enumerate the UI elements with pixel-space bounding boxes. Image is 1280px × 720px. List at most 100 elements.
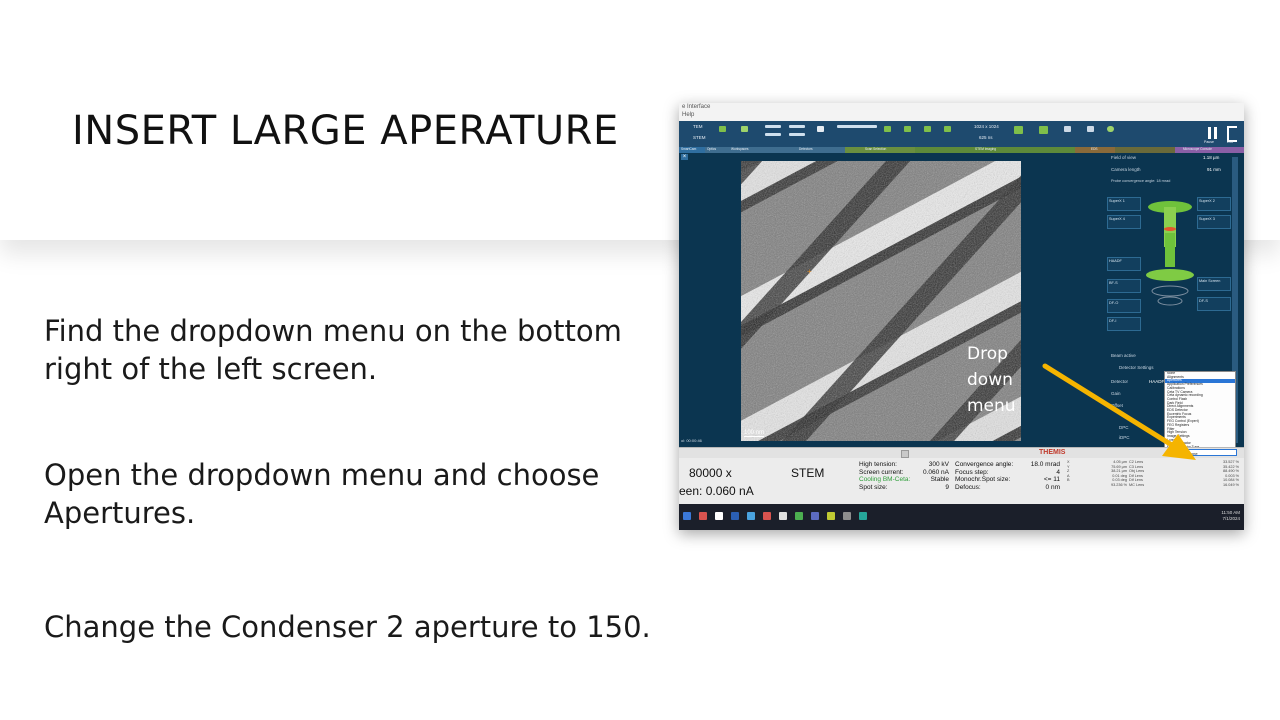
status-value-2: 18.0 mrad xyxy=(1030,461,1060,468)
pause-label: Pause xyxy=(1204,140,1214,144)
status-value-2: 4 xyxy=(1056,468,1060,476)
slider-control[interactable] xyxy=(837,125,877,128)
app-icon-10[interactable] xyxy=(843,512,851,520)
stage-lens: MC Lens xyxy=(1129,483,1145,487)
app-icon-5[interactable] xyxy=(763,512,771,520)
annotation-line-2: down xyxy=(967,370,1013,390)
crosshair-icon: + xyxy=(807,267,812,276)
camera-length-label: Camera length xyxy=(1111,167,1141,172)
dpc-label[interactable]: DPC xyxy=(1119,425,1129,430)
crop-icon[interactable] xyxy=(1087,126,1094,132)
detector-df-o[interactable]: DF-O xyxy=(1107,299,1141,313)
stage-pct: 16.049 % xyxy=(1222,483,1239,487)
acquire-icon[interactable] xyxy=(884,126,891,132)
window-titlebar: e Interface Help xyxy=(679,103,1244,121)
acquire4-icon[interactable] xyxy=(944,126,951,132)
brand-label: THEMIS xyxy=(1039,449,1066,456)
stage-axis: B xyxy=(1067,478,1070,483)
clock-date: 7/1/2024 xyxy=(1222,516,1240,521)
detector-df-i[interactable]: DF-I xyxy=(1107,317,1141,331)
offset-label: Offset xyxy=(1111,403,1123,408)
main-toolbar: TEM STEM 1024 x 1024 625 ns Pause Exit xyxy=(679,121,1244,147)
frame-size[interactable]: 1024 x 1024 xyxy=(974,124,999,129)
magnification: 80000 x xyxy=(689,466,732,480)
df-toggle[interactable] xyxy=(765,125,781,128)
dwell-time[interactable]: 625 ns xyxy=(979,135,993,140)
app-icon-8[interactable] xyxy=(811,512,819,520)
app-icon-2[interactable] xyxy=(715,512,723,520)
pause-icon[interactable] xyxy=(1208,127,1219,139)
acquire2-icon[interactable] xyxy=(904,126,911,132)
status-label-2: Defocus: xyxy=(955,483,981,491)
detector-settings-label[interactable]: Detector Settings xyxy=(1119,365,1154,370)
camera-length-value[interactable]: 91 mm xyxy=(1207,167,1221,172)
status-label: High tension: xyxy=(859,461,897,468)
instruction-choose-apertures: Open the dropdown menu and choose Apertu… xyxy=(44,458,600,530)
status-label: Cooling BM-Ceta: xyxy=(859,476,911,483)
status-label: Screen current: xyxy=(859,468,904,476)
dropdown-annotation: Drop down menu xyxy=(967,341,1016,419)
detector-df-s[interactable]: DF-S xyxy=(1197,297,1231,311)
app-icon-3[interactable] xyxy=(731,512,739,520)
status-label-2: Monochr.Spot size: xyxy=(955,476,1011,483)
status-label: Spot size: xyxy=(859,483,888,491)
app-icon-1[interactable] xyxy=(699,512,707,520)
gain-label: Gain xyxy=(1111,391,1121,396)
dropdown-icon[interactable] xyxy=(1175,449,1183,456)
main-workspace: × + 100 nm Field of view 1.18 µm Camera … xyxy=(679,153,1244,497)
df3-toggle[interactable] xyxy=(789,125,805,128)
capture2-icon[interactable] xyxy=(1039,126,1048,134)
taskbar-clock[interactable]: 11:50 AM 7/1/2024 xyxy=(1221,510,1240,522)
app-icon-4[interactable] xyxy=(747,512,755,520)
slide-title: INSERT LARGE APERATURE xyxy=(72,108,619,154)
beam-icon[interactable] xyxy=(719,126,726,132)
detector-bf-s[interactable]: BF-S xyxy=(1107,279,1141,293)
column-diagram xyxy=(1146,201,1194,306)
menu-help[interactable]: Help xyxy=(682,112,694,118)
detector-main-screen[interactable]: Main Screen xyxy=(1197,277,1231,291)
idpc-label[interactable]: iDPC xyxy=(1119,435,1130,440)
detector-superx4[interactable]: SuperX 4 xyxy=(1107,215,1141,229)
field-of-view-value[interactable]: 1.18 µm xyxy=(1203,155,1219,160)
scale-bar: 100 nm xyxy=(744,430,765,437)
close-icon[interactable]: × xyxy=(681,154,688,160)
elapsed-timer: ol: 00:00:46 xyxy=(681,438,702,443)
status-panel: 80000 x STEM een: 0.060 nA High tension:… xyxy=(679,458,1244,504)
search-icon[interactable] xyxy=(817,126,824,132)
windows-start-icon[interactable] xyxy=(683,512,691,520)
detector-superx3[interactable]: SuperX 3 xyxy=(1197,215,1231,229)
mode-tem[interactable]: TEM xyxy=(693,124,703,129)
screen-current: een: 0.060 nA xyxy=(679,484,754,498)
detector-value[interactable]: HAADF xyxy=(1149,379,1164,384)
status-value: Stable xyxy=(930,476,949,483)
detector-superx2[interactable]: SuperX 2 xyxy=(1197,197,1231,211)
convergence-label: Probe convergence angle: 18 mrad xyxy=(1111,179,1171,183)
haadf-icon[interactable] xyxy=(741,126,748,132)
annotation-line-1: Drop xyxy=(967,344,1008,364)
app-icon-7[interactable] xyxy=(795,512,803,520)
df2-toggle[interactable] xyxy=(765,133,781,136)
app-icon-6[interactable] xyxy=(779,512,787,520)
expand-icon[interactable] xyxy=(901,450,909,458)
workspace-dropdown[interactable]: None xyxy=(1185,449,1237,456)
beam-active-label: Beam active xyxy=(1111,353,1136,358)
status-value-2: <= 11 xyxy=(1043,476,1060,483)
detector-superx1[interactable]: SuperX 1 xyxy=(1107,197,1141,211)
field-of-view-label: Field of view xyxy=(1111,155,1137,160)
instruction-change-condenser: Change the Condenser 2 aperture to 150. xyxy=(44,610,651,644)
capture-icon[interactable] xyxy=(1014,126,1023,134)
app-icon-9[interactable] xyxy=(827,512,835,520)
app-icon-11[interactable] xyxy=(859,512,867,520)
df4-toggle[interactable] xyxy=(789,133,805,136)
mode-stem[interactable]: STEM xyxy=(693,135,706,140)
exit-label: Exit xyxy=(1227,140,1233,144)
detector-label: Detector xyxy=(1111,379,1129,384)
acquire3-icon[interactable] xyxy=(924,126,931,132)
status-value: 0.060 nA xyxy=(922,468,949,476)
detector-haadf[interactable]: HAADF xyxy=(1107,257,1141,271)
stage-value: 93.236 % xyxy=(1110,483,1127,487)
windows-taskbar: 11:50 AM 7/1/2024 xyxy=(679,504,1244,530)
grid-icon[interactable] xyxy=(1064,126,1071,132)
settings-icon[interactable] xyxy=(1107,126,1114,132)
annotation-line-3: menu xyxy=(967,396,1016,416)
